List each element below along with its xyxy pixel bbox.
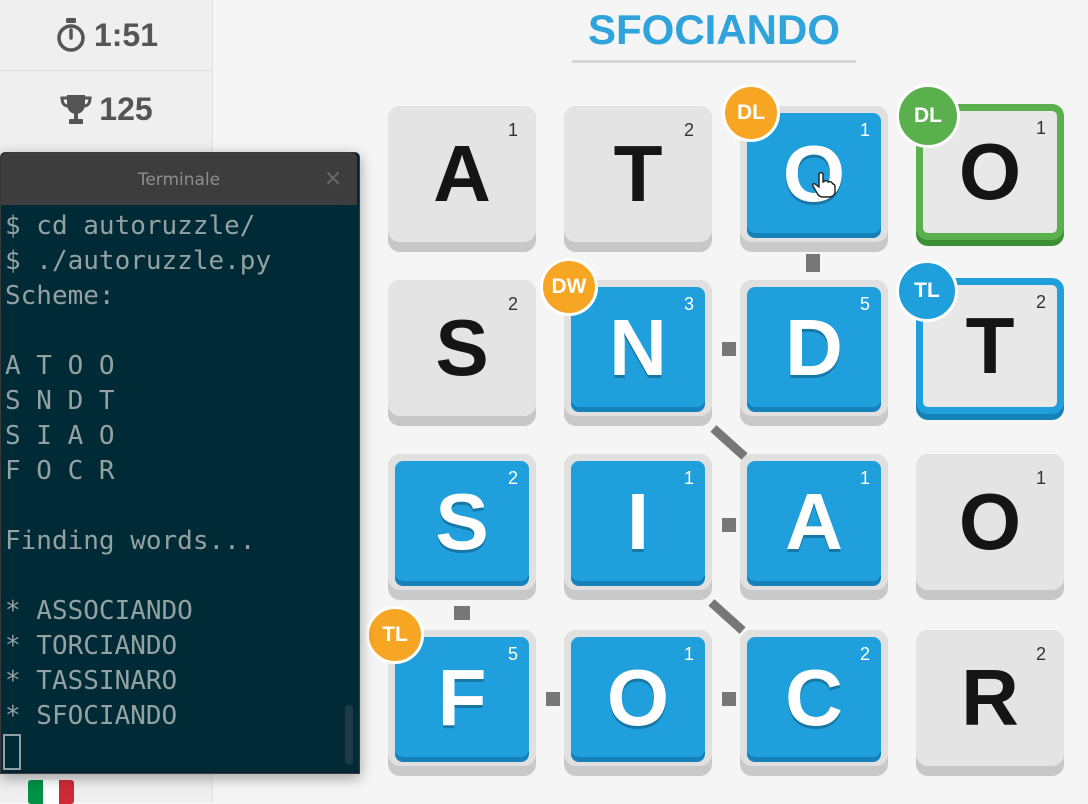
bonus-badge: TL xyxy=(896,260,958,322)
terminal-line: * TORCIANDO xyxy=(5,631,178,661)
tile-points: 1 xyxy=(683,644,694,664)
tile[interactable]: A 1 xyxy=(388,106,536,252)
tile-selected[interactable]: I 1 xyxy=(564,454,712,600)
path-connector xyxy=(546,692,560,706)
terminal-cursor xyxy=(3,734,21,770)
terminal-line: $ cd autoruzzle/ xyxy=(5,211,256,241)
tile-points: 1 xyxy=(683,468,694,488)
terminal-line: * SFOCIANDO xyxy=(5,701,178,731)
terminal-output[interactable]: $ cd autoruzzle/ $ ./autoruzzle.py Schem… xyxy=(1,205,337,771)
tile-points: 3 xyxy=(683,294,694,314)
tile-points: 5 xyxy=(507,644,518,664)
path-connector xyxy=(454,606,470,620)
tile[interactable]: O 1 xyxy=(916,454,1064,600)
scrollbar-thumb[interactable] xyxy=(345,705,353,765)
tile[interactable]: R 2 xyxy=(916,630,1064,776)
tile-selected[interactable]: D 5 xyxy=(740,280,888,426)
path-connector xyxy=(708,599,746,634)
path-connector xyxy=(722,692,736,706)
terminal-line: Finding words... xyxy=(5,526,256,556)
bonus-badge: DL xyxy=(896,84,960,148)
path-connector xyxy=(806,254,820,272)
terminal-line: F O C R xyxy=(5,456,115,486)
tile[interactable]: S 2 xyxy=(388,280,536,426)
close-icon[interactable]: × xyxy=(321,167,345,191)
terminal-line: * ASSOCIANDO xyxy=(5,596,193,626)
path-connector xyxy=(722,342,736,356)
tile-selected[interactable]: C 2 xyxy=(740,630,888,776)
tile-points: 2 xyxy=(683,120,694,140)
tile-selected[interactable]: O 1 xyxy=(564,630,712,776)
tile-points: 2 xyxy=(507,468,518,488)
tile-points: 1 xyxy=(1035,118,1046,138)
terminal-scrollbar[interactable] xyxy=(339,205,359,771)
tile[interactable]: T 2 xyxy=(564,106,712,252)
terminal-title: Terminale xyxy=(137,170,221,190)
tile-points: 1 xyxy=(859,468,870,488)
bonus-badge: TL xyxy=(366,606,424,664)
terminal-line: Scheme: xyxy=(5,281,115,311)
tile-points: 2 xyxy=(1035,292,1046,312)
terminal-line: A T O O xyxy=(5,351,115,381)
tile-points: 1 xyxy=(507,120,518,140)
tile-points: 2 xyxy=(1035,644,1046,664)
terminal-line: $ ./autoruzzle.py xyxy=(5,246,272,276)
bonus-badge: DW xyxy=(540,258,598,316)
tile-selected[interactable]: S 2 xyxy=(388,454,536,600)
terminal-line: S I A O xyxy=(5,421,115,451)
tile-points: 2 xyxy=(859,644,870,664)
tile-points: 5 xyxy=(859,294,870,314)
hand-cursor-icon xyxy=(812,172,836,198)
tile-points: 2 xyxy=(507,294,518,314)
bonus-badge: DL xyxy=(722,84,780,142)
terminal-line: * TASSINARO xyxy=(5,666,178,696)
terminal-window[interactable]: Terminale × $ cd autoruzzle/ $ ./autoruz… xyxy=(0,152,360,774)
tile-points: 1 xyxy=(859,120,870,140)
tile-selected[interactable]: A 1 xyxy=(740,454,888,600)
tile-points: 1 xyxy=(1035,468,1046,488)
path-connector xyxy=(722,518,736,532)
terminal-line: S N D T xyxy=(5,386,115,416)
